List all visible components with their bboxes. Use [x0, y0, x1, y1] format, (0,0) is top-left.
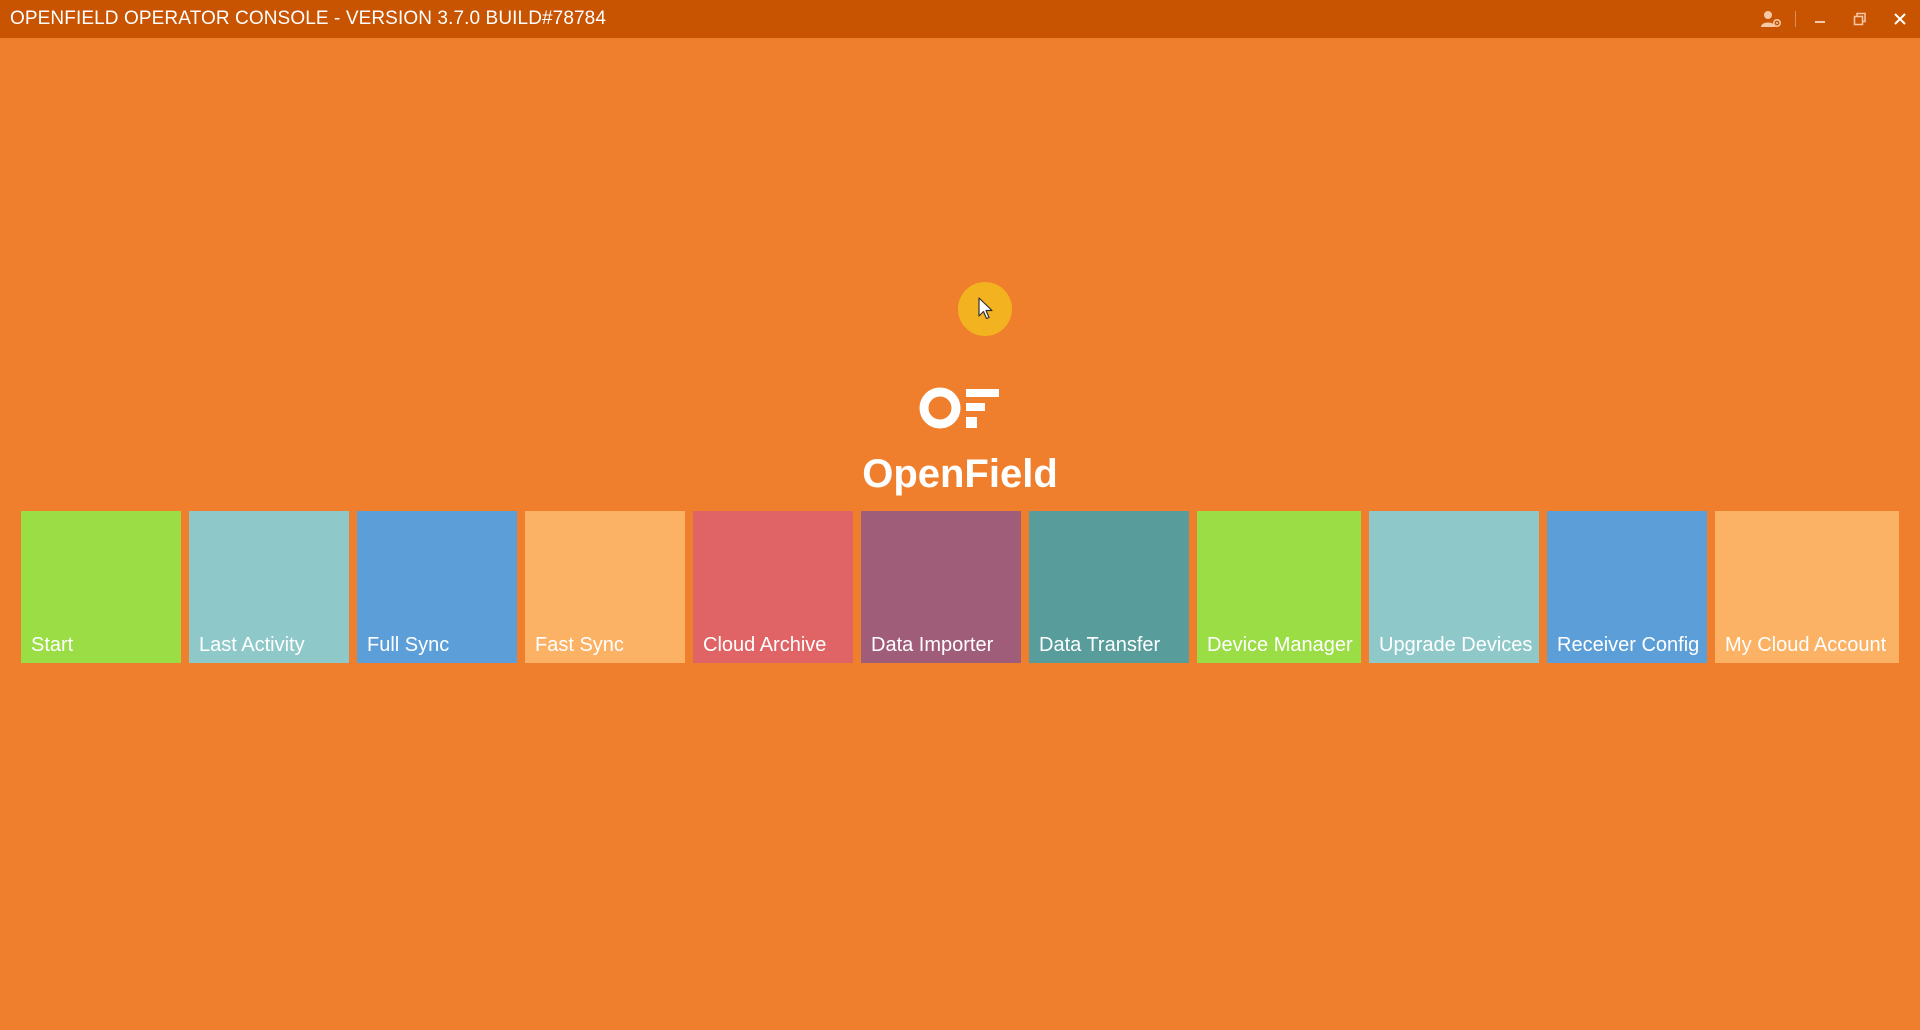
title-bar: OPENFIELD OPERATOR CONSOLE - VERSION 3.7… [0, 0, 1920, 38]
close-icon [1894, 13, 1906, 25]
tile-fast-sync[interactable]: Fast Sync [525, 511, 685, 663]
tile-label: My Cloud Account [1725, 634, 1887, 656]
tile-row: Start Last Activity Full Sync Fast Sync … [0, 511, 1920, 663]
tile-label: Cloud Archive [703, 634, 827, 656]
restore-icon [1853, 12, 1866, 26]
mouse-pointer-icon [978, 297, 993, 320]
tile-cloud-archive[interactable]: Cloud Archive [693, 511, 853, 663]
tile-label: Data Importer [871, 634, 994, 656]
tile-label: Start [31, 634, 74, 656]
tile-label: Device Manager [1207, 634, 1353, 656]
tile-label: Last Activity [199, 634, 305, 656]
openfield-logo-icon [919, 387, 999, 429]
brand-name: OpenField [862, 452, 1058, 496]
window-controls [1751, 0, 1920, 38]
tile-data-importer[interactable]: Data Importer [861, 511, 1021, 663]
tile-label: Full Sync [367, 634, 450, 656]
user-settings-button[interactable] [1751, 0, 1791, 38]
tile-my-cloud-account[interactable]: My Cloud Account [1715, 511, 1899, 663]
tile-label: Fast Sync [535, 634, 624, 656]
tile-device-manager[interactable]: Device Manager [1197, 511, 1361, 663]
tile-last-activity[interactable]: Last Activity [189, 511, 349, 663]
tile-label: Receiver Config [1557, 634, 1700, 656]
close-button[interactable] [1880, 0, 1920, 38]
tile-upgrade-devices[interactable]: Upgrade Devices [1369, 511, 1539, 663]
title-separator [1795, 11, 1796, 27]
minimize-button[interactable] [1800, 0, 1840, 38]
tile-data-transfer[interactable]: Data Transfer [1029, 511, 1189, 663]
window-title: OPENFIELD OPERATOR CONSOLE - VERSION 3.7… [10, 8, 607, 29]
restore-button[interactable] [1840, 0, 1880, 38]
tile-full-sync[interactable]: Full Sync [357, 511, 517, 663]
user-settings-icon [1761, 11, 1782, 28]
tile-start[interactable]: Start [21, 511, 181, 663]
tile-label: Data Transfer [1039, 634, 1161, 656]
tile-label: Upgrade Devices [1379, 634, 1533, 656]
tile-receiver-config[interactable]: Receiver Config [1547, 511, 1707, 663]
minimize-icon [1815, 21, 1825, 23]
